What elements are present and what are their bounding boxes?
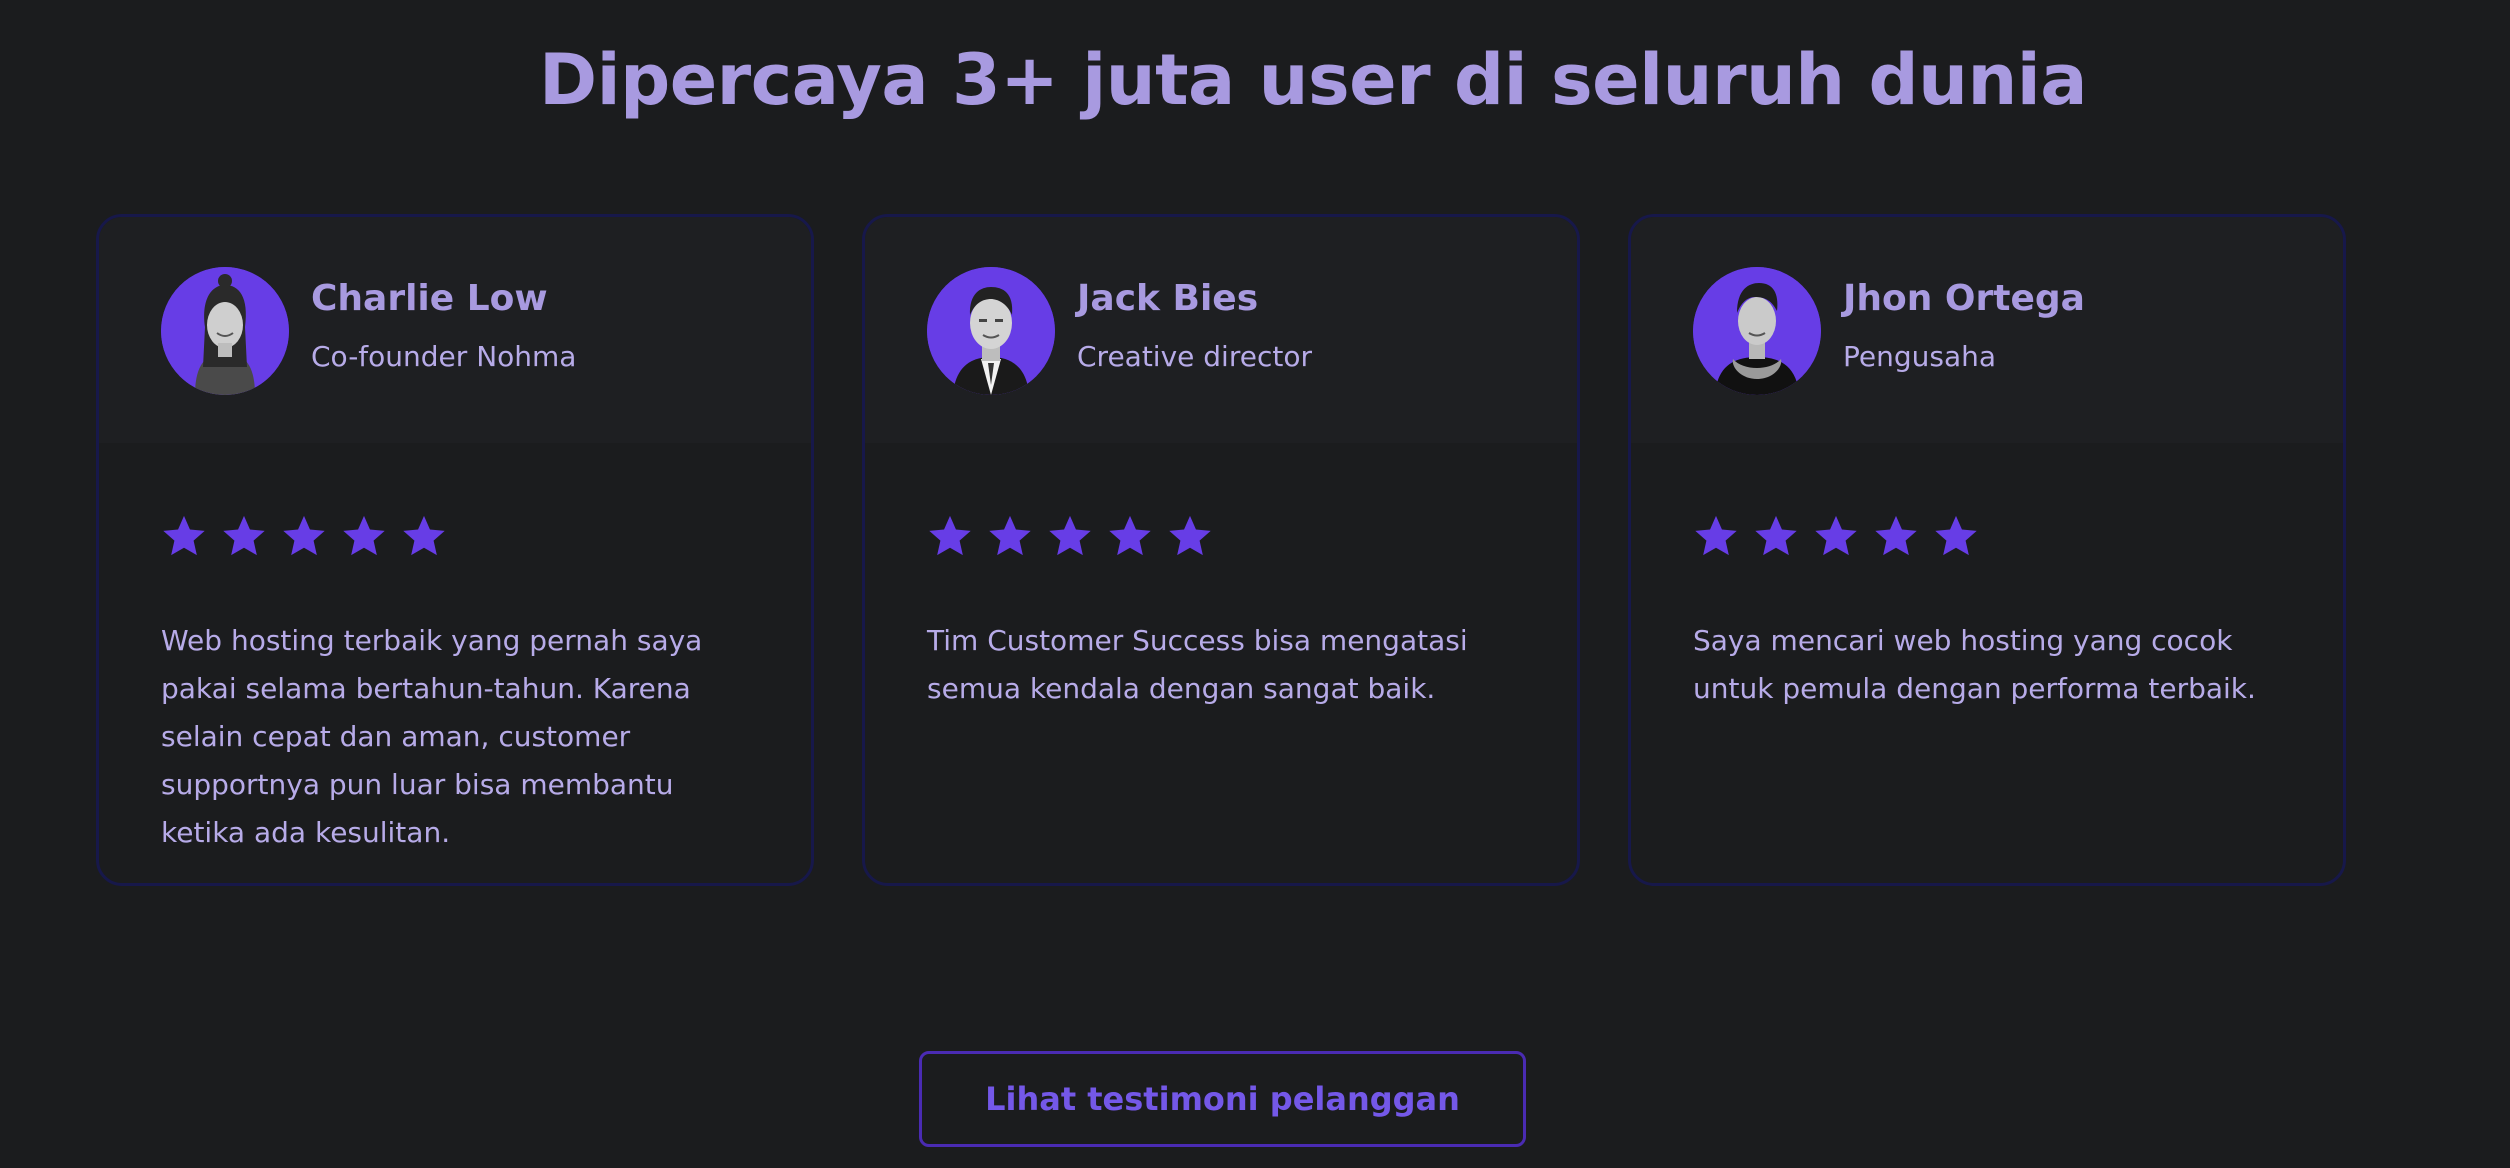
- view-testimonials-button[interactable]: Lihat testimoni pelanggan: [919, 1051, 1526, 1147]
- avatar: [927, 267, 1055, 395]
- testimonial-quote: Saya mencari web hosting yang cocok untu…: [1693, 624, 2256, 705]
- star-icon: [343, 515, 385, 556]
- star-icon: [223, 515, 265, 556]
- card-header: Jack Bies Creative director: [865, 217, 1577, 443]
- star-rating: [927, 513, 1213, 559]
- testimonial-name: Jack Bies: [1077, 278, 1259, 319]
- person-photo-woman-icon: [161, 267, 289, 395]
- testimonial-quote: Tim Customer Success bisa mengatasi semu…: [927, 624, 1468, 705]
- star-icon: [163, 515, 205, 556]
- star-icon: [1109, 515, 1151, 556]
- testimonial-card: Charlie Low Co-founder Nohma Web hosting…: [96, 214, 814, 886]
- card-header: Jhon Ortega Pengusaha: [1631, 217, 2343, 443]
- star-icon: [1935, 515, 1977, 556]
- testimonial-name: Charlie Low: [311, 278, 548, 319]
- star-icon: [1755, 515, 1797, 556]
- person-photo-man-suit-icon: [927, 267, 1055, 395]
- avatar: [1693, 267, 1821, 395]
- testimonial-role: Creative director: [1077, 340, 1312, 373]
- testimonials-section: Dipercaya 3+ juta user di seluruh dunia: [0, 0, 2510, 1168]
- star-rating: [1693, 513, 1979, 559]
- star-icon: [1875, 515, 1917, 556]
- testimonial-quote: Web hosting terbaik yang pernah saya pak…: [161, 624, 703, 849]
- star-icon: [283, 515, 325, 556]
- star-icon: [403, 515, 445, 556]
- star-icon: [1695, 515, 1737, 556]
- star-icon: [929, 515, 971, 556]
- testimonial-cards: Charlie Low Co-founder Nohma Web hosting…: [96, 214, 2346, 886]
- testimonial-card: Jhon Ortega Pengusaha Saya mencari web h…: [1628, 214, 2346, 886]
- person-photo-man-scarf-icon: [1693, 267, 1821, 395]
- star-rating: [161, 513, 447, 559]
- card-header: Charlie Low Co-founder Nohma: [99, 217, 811, 443]
- star-icon: [989, 515, 1031, 556]
- testimonial-role: Co-founder Nohma: [311, 340, 577, 373]
- star-icon: [1169, 515, 1211, 556]
- avatar: [161, 267, 289, 395]
- testimonial-name: Jhon Ortega: [1843, 278, 2085, 319]
- star-icon: [1815, 515, 1857, 556]
- testimonial-role: Pengusaha: [1843, 340, 1997, 373]
- section-title: Dipercaya 3+ juta user di seluruh dunia: [539, 39, 2088, 121]
- star-icon: [1049, 515, 1091, 556]
- testimonial-card: Jack Bies Creative director Tim Customer…: [862, 214, 1580, 886]
